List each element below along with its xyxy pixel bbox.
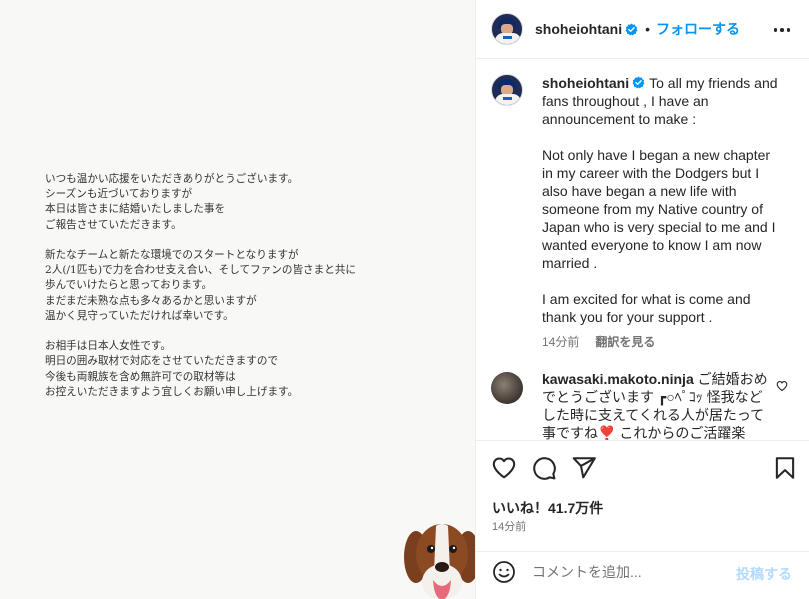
comment-icon[interactable] [531, 455, 557, 481]
post-header: shoheiohtani • フォローする [476, 0, 809, 59]
letter-paragraph: 新たなチームと新たな環境でのスタートとなりますが 2人(/1匹も)で力を合わせ支… [45, 248, 455, 324]
bookmark-icon[interactable] [772, 455, 798, 481]
header-separator: • [645, 21, 651, 37]
letter-line: 本日は皆さまに結婚いたしました事を [45, 203, 226, 216]
caption-line [542, 128, 796, 146]
letter-paragraph: お相手は日本人女性です。 明日の囲み取材で対応をさせていただきますので 今後も両… [45, 339, 455, 400]
comment-like-heart-icon[interactable] [776, 380, 788, 392]
caption-line: in my career with the Dodgers but I [542, 165, 760, 181]
caption-line: To all my friends and [649, 75, 778, 91]
heart-icon[interactable] [491, 455, 517, 481]
letter-line: いつも温かい応援をいただきありがとうございます。 [45, 173, 299, 185]
letter-line: 歩んでいけたらと思っております。 [45, 279, 213, 292]
comment-text: kawasaki.makoto.ninja ご結婚おめ でとうございます ┏○ﾍ… [542, 370, 770, 440]
like-count[interactable]: いいね！41.7万件 [492, 498, 603, 518]
add-comment-bar: 投稿する [476, 551, 809, 591]
caption-avatar[interactable] [491, 74, 523, 106]
comment-item: kawasaki.makoto.ninja ご結婚おめ でとうございます ┏○ﾍ… [491, 370, 796, 440]
caption-line: announcement to make : [542, 111, 697, 127]
caption-line: thank you for your support . [542, 309, 713, 325]
caption-line: also have began a new life with [542, 183, 737, 199]
letter-line: シーズンも近づいておりますが [45, 188, 193, 201]
share-icon[interactable] [571, 455, 597, 481]
letter-line: お控えいただきますよう宜しくお願い申し上げます。 [45, 385, 299, 398]
post-actions: いいね！41.7万件 14分前 投稿する [476, 440, 809, 590]
comment-line: でとうございます ┏○ﾍﾟｺｯ 怪我など [542, 389, 763, 405]
letter-line: 明日の囲み取材で対応をさせていただきますので [45, 355, 279, 368]
caption-line: I am excited for what is come and [542, 291, 751, 307]
comment-line: ご結婚おめ [697, 371, 768, 387]
letter-line: 今後も両親族を含め無許可での取材等は [45, 370, 236, 383]
emoji-icon[interactable] [492, 560, 516, 584]
letter-line: 2人(/1匹も)で力を合わせ支え合い、そしてファンの皆さまと共に [45, 264, 357, 277]
caption: shoheiohtani To all my friends and fans … [491, 74, 796, 350]
caption-meta: 14分前 翻訳を見る [542, 333, 796, 350]
letter-paragraph: いつも温かい応援をいただきありがとうございます。 シーズンも近づいておりますが … [45, 172, 455, 233]
letter-line: ご報告させていただきます。 [45, 218, 182, 231]
announcement-letter: いつも温かい応援をいただきありがとうございます。 シーズンも近づいておりますが … [45, 172, 455, 415]
caption-line: wanted everyone to know I am now [542, 237, 762, 253]
likes-label: いいね！ [492, 500, 548, 516]
caption-line: fans throughout , I have an [542, 93, 709, 109]
post-image[interactable]: いつも温かい応援をいただきありがとうございます。 シーズンも近づいておりますが … [0, 0, 475, 599]
letter-line: まだまだ未熟な点も多々あるかと思いますが [45, 294, 257, 307]
caption-line: married . [542, 255, 598, 271]
commenter-username[interactable]: kawasaki.makoto.ninja [542, 371, 694, 387]
translate-button[interactable]: 翻訳を見る [595, 333, 655, 350]
comment-input[interactable] [532, 563, 722, 580]
letter-line: 新たなチームと新たな環境でのスタートとなりますが [45, 249, 299, 261]
post-side-panel: shoheiohtani • フォローする shoheiohtani To al… [475, 0, 809, 599]
letter-line: 温かく見守っていただければ幸いです。 [45, 309, 234, 322]
avatar[interactable] [491, 13, 523, 45]
post-timestamp[interactable]: 14分前 [492, 518, 526, 534]
verified-icon [632, 76, 645, 89]
letter-line: お相手は日本人女性です。 [45, 340, 172, 353]
comment-line: した時に支えてくれる人が居たって [542, 407, 765, 423]
caption-text: shoheiohtani To all my friends and fans … [542, 74, 796, 326]
post-comment-button[interactable]: 投稿する [736, 564, 792, 584]
follow-button[interactable]: フォローする [656, 19, 740, 39]
header-username[interactable]: shoheiohtani [535, 21, 622, 37]
caption-username[interactable]: shoheiohtani [542, 75, 629, 91]
likes-count: 41.7万件 [548, 500, 604, 516]
comment-line: 事ですね❣️ これからのご活躍楽 [542, 425, 746, 440]
comments-scroll-area[interactable]: shoheiohtani To all my friends and fans … [476, 60, 809, 440]
dog-illustration [404, 524, 475, 599]
more-options-icon[interactable] [770, 20, 794, 40]
verified-icon [625, 23, 638, 36]
caption-line: Not only have I began a new chapter [542, 147, 771, 163]
caption-line: Japan who is very special to me and I [542, 219, 776, 235]
commenter-avatar[interactable] [491, 372, 523, 404]
caption-timestamp[interactable]: 14分前 [542, 333, 579, 350]
caption-line: someone from my Native country of [542, 201, 763, 217]
caption-line [542, 272, 796, 290]
